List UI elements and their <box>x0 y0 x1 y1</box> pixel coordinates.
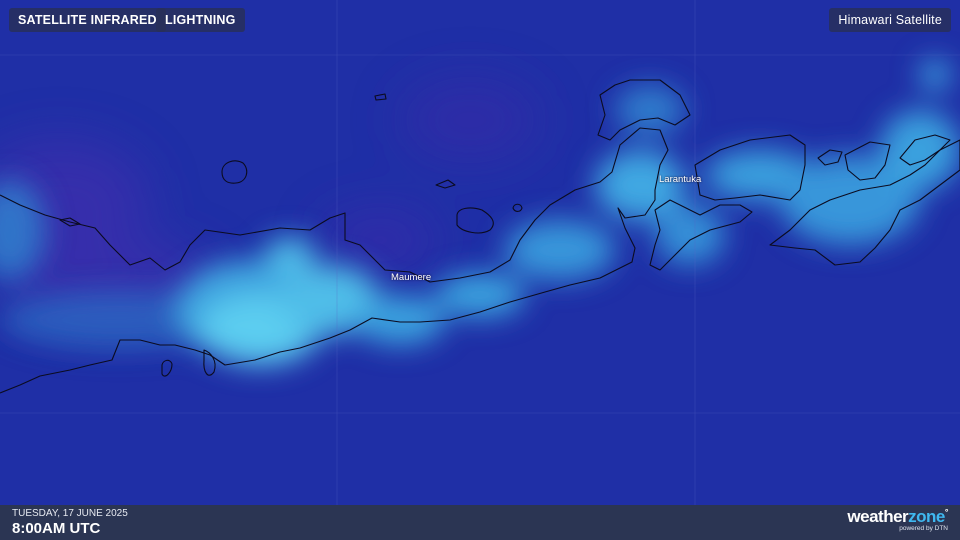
footer-bar: TUESDAY, 17 JUNE 2025 8:00AM UTC weather… <box>0 505 960 540</box>
lightning-button[interactable]: LIGHTNING <box>156 8 245 32</box>
brand-name-main: weather <box>847 507 909 526</box>
place-label-larantuka: Larantuka <box>659 174 702 185</box>
place-label-maumere: Maumere <box>391 272 432 283</box>
brand-name-accent: zone <box>908 507 945 526</box>
weatherzone-logo[interactable]: weatherzone° powered by DTN <box>847 507 948 532</box>
himawari-satellite-button[interactable]: Himawari Satellite <box>829 8 951 32</box>
satellite-map[interactable] <box>0 0 960 505</box>
date-label: TUESDAY, 17 JUNE 2025 <box>12 508 128 519</box>
satellite-infrared-button[interactable]: SATELLITE INFRARED <box>9 8 166 32</box>
time-label: 8:00AM UTC <box>12 520 101 537</box>
